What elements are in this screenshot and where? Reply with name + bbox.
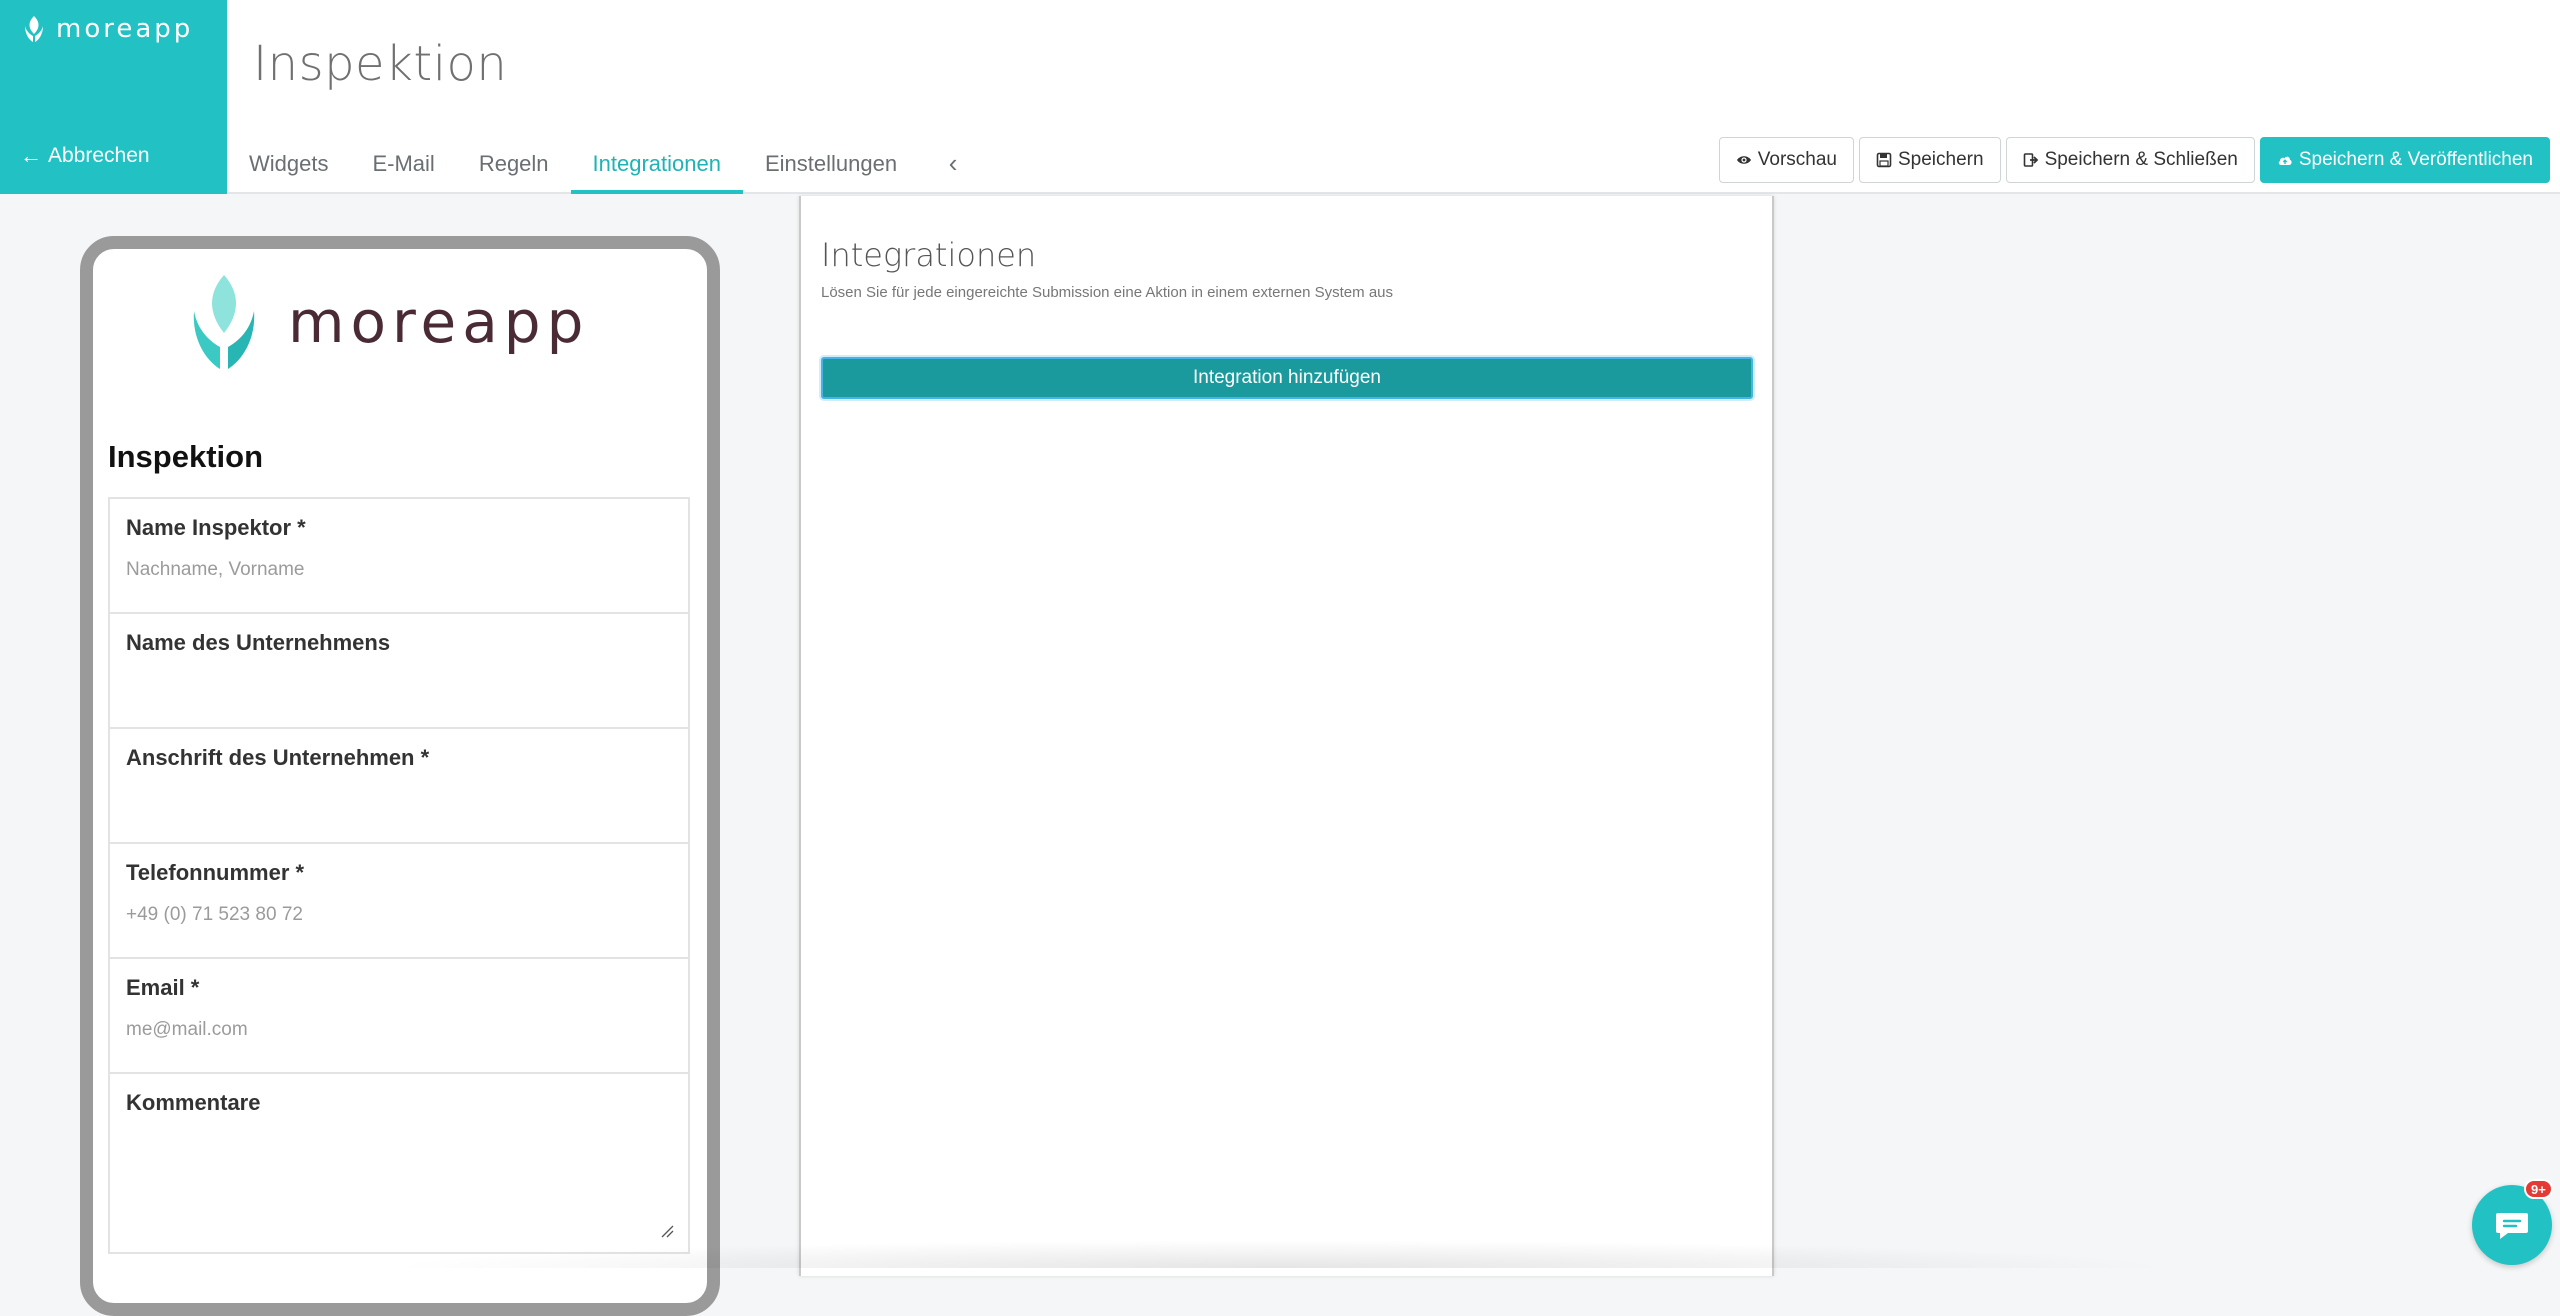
floppy-icon bbox=[1876, 152, 1892, 168]
phone-brand-name: moreapp bbox=[288, 288, 590, 356]
cloud-upload-icon bbox=[2278, 156, 2292, 165]
sign-out-icon bbox=[2023, 153, 2038, 167]
field-phone[interactable]: Telefonnummer * +49 (0) 71 523 80 72 bbox=[110, 844, 688, 959]
phone-preview: moreapp Inspektion Name Inspektor * Nach… bbox=[80, 236, 720, 1316]
field-placeholder: +49 (0) 71 523 80 72 bbox=[126, 904, 303, 925]
page-title: Inspektion bbox=[253, 36, 508, 92]
phone-brand-logo: moreapp bbox=[188, 271, 589, 373]
save-button[interactable]: Speichern bbox=[1859, 137, 2001, 183]
save-close-button[interactable]: Speichern & Schließen bbox=[2005, 137, 2255, 183]
bottom-shadow bbox=[380, 1240, 2180, 1268]
tab-email[interactable]: E-Mail bbox=[350, 132, 456, 194]
form-fields: Name Inspektor * Nachname, Vorname Name … bbox=[108, 497, 690, 1254]
save-publish-label: Speichern & Veröffentlichen bbox=[2298, 149, 2533, 170]
save-close-label: Speichern & Schließen bbox=[2044, 149, 2238, 170]
chat-bubble-icon bbox=[2496, 1213, 2528, 1239]
integrations-panel: Integrationen Lösen Sie für jede eingere… bbox=[799, 196, 1774, 1276]
chat-notification-badge: 9+ bbox=[2524, 1179, 2553, 1199]
field-label: Telefonnummer * bbox=[126, 860, 305, 885]
field-placeholder: me@mail.com bbox=[126, 1019, 248, 1040]
save-label: Speichern bbox=[1898, 149, 1984, 170]
leaf-logo-icon bbox=[193, 275, 255, 369]
field-label: Email * bbox=[126, 975, 200, 1000]
field-label: Name des Unternehmens bbox=[126, 630, 391, 655]
panel-subtitle: Lösen Sie für jede eingereichte Submissi… bbox=[821, 284, 1393, 301]
tab-bar: Widgets E-Mail Regeln Integrationen Eins… bbox=[227, 132, 973, 194]
field-placeholder: Nachname, Vorname bbox=[126, 559, 305, 580]
field-label: Name Inspektor * bbox=[126, 515, 306, 540]
field-label: Anschrift des Unternehmen * bbox=[126, 745, 430, 770]
field-company-name[interactable]: Name des Unternehmens bbox=[110, 614, 688, 729]
tab-rules[interactable]: Regeln bbox=[457, 132, 571, 194]
tab-integrations[interactable]: Integrationen bbox=[570, 132, 744, 194]
field-email[interactable]: Email * me@mail.com bbox=[110, 959, 688, 1074]
top-bar: moreapp ← Abbrechen Inspektion Widgets E… bbox=[0, 0, 2560, 194]
brand-logo[interactable]: moreapp bbox=[22, 14, 193, 44]
add-integration-button[interactable]: Integration hinzufügen bbox=[821, 357, 1753, 399]
chevron-left-icon[interactable]: ‹ bbox=[933, 132, 973, 194]
field-label: Kommentare bbox=[126, 1090, 261, 1115]
leaf-logo-icon bbox=[25, 16, 43, 42]
field-comments[interactable]: Kommentare bbox=[110, 1074, 688, 1254]
save-publish-button[interactable]: Speichern & Veröffentlichen bbox=[2259, 137, 2550, 183]
cancel-button[interactable]: ← Abbrechen bbox=[20, 143, 150, 169]
arrow-left-icon: ← bbox=[20, 143, 42, 168]
resize-handle-icon[interactable] bbox=[660, 1224, 674, 1238]
cancel-label: Abbrechen bbox=[48, 144, 150, 167]
eye-icon bbox=[1736, 156, 1751, 164]
preview-label: Vorschau bbox=[1757, 149, 1837, 170]
brand-name: moreapp bbox=[56, 14, 194, 44]
tab-widgets[interactable]: Widgets bbox=[227, 132, 350, 194]
preview-button[interactable]: Vorschau bbox=[1718, 137, 1854, 183]
tab-settings[interactable]: Einstellungen bbox=[743, 132, 919, 194]
field-company-address[interactable]: Anschrift des Unternehmen * bbox=[110, 729, 688, 844]
brand-block: moreapp ← Abbrechen bbox=[0, 0, 227, 194]
action-buttons: Vorschau Speichern Speichern & Schließen… bbox=[1718, 137, 2550, 183]
field-name-inspector[interactable]: Name Inspektor * Nachname, Vorname bbox=[110, 499, 688, 614]
form-title: Inspektion bbox=[108, 439, 264, 474]
panel-title: Integrationen bbox=[821, 236, 1037, 274]
